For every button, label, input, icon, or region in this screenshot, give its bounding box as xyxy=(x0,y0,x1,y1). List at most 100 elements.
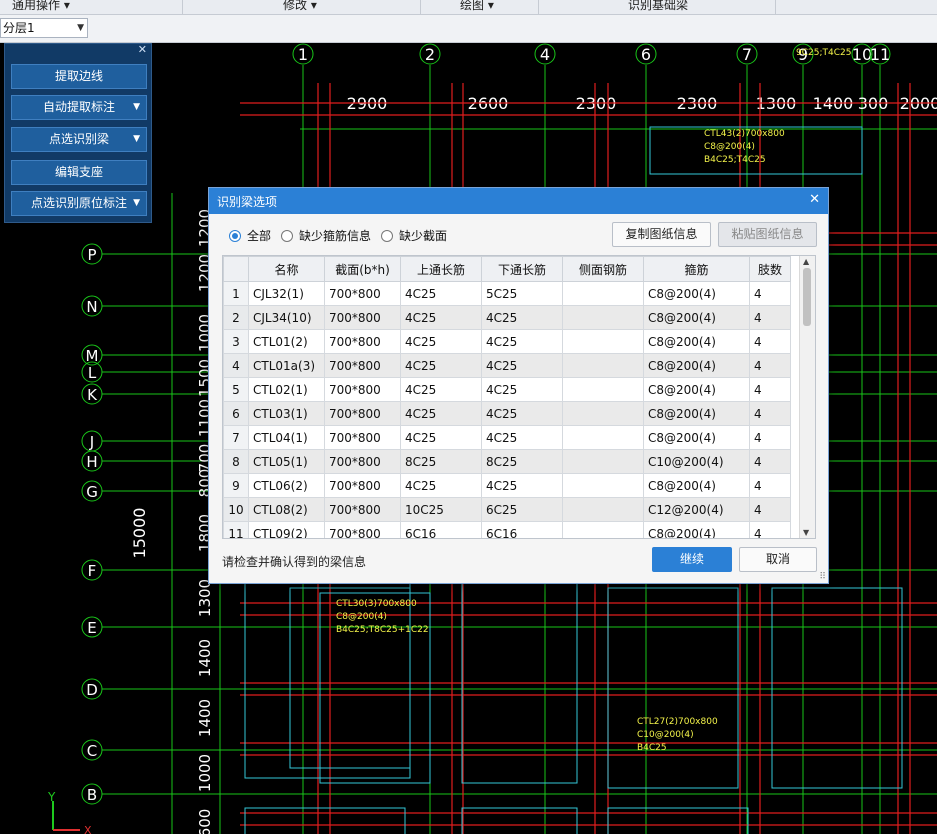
table-cell[interactable]: CJL32(1) xyxy=(248,281,325,306)
table-cell[interactable]: C8@200(4) xyxy=(643,329,750,354)
table-cell[interactable] xyxy=(562,401,644,426)
table-cell[interactable]: C10@200(4) xyxy=(643,449,750,474)
table-cell[interactable]: CTL02(1) xyxy=(248,377,325,402)
table-cell[interactable]: C12@200(4) xyxy=(643,497,750,522)
table-cell[interactable]: 4C25 xyxy=(481,353,563,378)
table-row[interactable]: 4 CTL01a(3) 700*800 4C25 4C25 C8@200(4) 4 xyxy=(223,353,791,378)
chevron-down-icon[interactable]: ▼ xyxy=(133,192,140,215)
table-cell[interactable]: C8@200(4) xyxy=(643,377,750,402)
table-cell[interactable] xyxy=(562,329,644,354)
table-cell[interactable]: 4C25 xyxy=(400,281,482,306)
vertical-scrollbar[interactable]: ▲ ▼ xyxy=(799,256,815,538)
table-cell[interactable]: 700*800 xyxy=(324,473,401,498)
table-row[interactable]: 1 CJL32(1) 700*800 4C25 5C25 C8@200(4) 4 xyxy=(223,281,791,306)
table-row[interactable]: 5 CTL02(1) 700*800 4C25 4C25 C8@200(4) 4 xyxy=(223,377,791,402)
table-cell[interactable] xyxy=(562,473,644,498)
table-cell[interactable]: 4C25 xyxy=(481,401,563,426)
table-cell[interactable]: CTL01a(3) xyxy=(248,353,325,378)
table-cell[interactable]: CTL04(1) xyxy=(248,425,325,450)
dialog-titlebar[interactable]: 识别梁选项 ✕ xyxy=(209,188,828,214)
table-cell[interactable]: CTL09(2) xyxy=(248,521,325,538)
table-cell[interactable] xyxy=(562,377,644,402)
table-cell[interactable]: 6C16 xyxy=(481,521,563,538)
table-row[interactable]: 10 CTL08(2) 700*800 10C25 6C25 C12@200(4) 4 xyxy=(223,497,791,522)
table-cell[interactable]: 4 xyxy=(749,329,791,354)
table-cell[interactable]: 4C25 xyxy=(400,329,482,354)
chevron-down-icon[interactable]: ▼ xyxy=(133,96,140,119)
column-header[interactable]: 肢数 xyxy=(749,256,791,282)
menu-modify[interactable]: 修改 ▾ xyxy=(283,0,317,13)
table-cell[interactable]: 4C25 xyxy=(481,377,563,402)
auto-extract-label-button[interactable]: 自动提取标注 ▼ xyxy=(11,95,147,120)
resize-grip-icon[interactable]: ⠿ xyxy=(819,572,826,582)
table-cell[interactable]: 700*800 xyxy=(324,353,401,378)
table-cell[interactable]: 4C25 xyxy=(400,305,482,330)
table-cell[interactable]: 700*800 xyxy=(324,497,401,522)
pick-identify-beam-button[interactable]: 点选识别梁 ▼ xyxy=(11,127,147,152)
table-cell[interactable]: 4 xyxy=(749,473,791,498)
table-cell[interactable] xyxy=(562,305,644,330)
menu-general-ops[interactable]: 通用操作 ▾ xyxy=(12,0,70,13)
floor-select[interactable]: 分层1 ▼ xyxy=(0,18,88,38)
table-cell[interactable]: CTL05(1) xyxy=(248,449,325,474)
table-cell[interactable] xyxy=(562,497,644,522)
table-cell[interactable]: C8@200(4) xyxy=(643,353,750,378)
column-header[interactable]: 名称 xyxy=(248,256,325,282)
table-cell[interactable]: 4 xyxy=(749,353,791,378)
table-cell[interactable]: C8@200(4) xyxy=(643,401,750,426)
close-icon[interactable]: ✕ xyxy=(138,43,147,56)
table-cell[interactable]: C8@200(4) xyxy=(643,425,750,450)
table-cell[interactable]: C8@200(4) xyxy=(643,521,750,538)
table-cell[interactable]: 4C25 xyxy=(400,377,482,402)
extract-edge-button[interactable]: 提取边线 xyxy=(11,64,147,89)
table-cell[interactable]: 700*800 xyxy=(324,401,401,426)
column-header[interactable]: 下通长筋 xyxy=(481,256,563,282)
filter-missing-section-radio[interactable]: 缺少截面 xyxy=(381,227,447,244)
table-cell[interactable]: 4 xyxy=(749,305,791,330)
table-cell[interactable]: C8@200(4) xyxy=(643,305,750,330)
table-row[interactable]: 8 CTL05(1) 700*800 8C25 8C25 C10@200(4) 4 xyxy=(223,449,791,474)
table-cell[interactable]: 4C25 xyxy=(481,329,563,354)
table-cell[interactable]: 4 xyxy=(749,497,791,522)
table-cell[interactable]: 4 xyxy=(749,449,791,474)
column-header[interactable]: 侧面钢筋 xyxy=(562,256,644,282)
cancel-button[interactable]: 取消 xyxy=(739,547,817,572)
table-cell[interactable]: 700*800 xyxy=(324,329,401,354)
table-row[interactable]: 9 CTL06(2) 700*800 4C25 4C25 C8@200(4) 4 xyxy=(223,473,791,498)
table-cell[interactable]: CTL03(1) xyxy=(248,401,325,426)
table-cell[interactable] xyxy=(562,281,644,306)
filter-all-radio[interactable]: 全部 xyxy=(229,227,271,244)
scroll-up-icon[interactable]: ▲ xyxy=(803,257,809,266)
table-cell[interactable]: 4 xyxy=(749,281,791,306)
close-icon[interactable]: ✕ xyxy=(809,192,820,207)
table-cell[interactable]: CTL06(2) xyxy=(248,473,325,498)
table-cell[interactable]: 4C25 xyxy=(400,401,482,426)
pick-identify-inplace-label-button[interactable]: 点选识别原位标注 ▼ xyxy=(11,191,147,216)
column-header[interactable]: 上通长筋 xyxy=(400,256,482,282)
table-cell[interactable] xyxy=(562,425,644,450)
table-cell[interactable]: 4 xyxy=(749,401,791,426)
table-row[interactable]: 7 CTL04(1) 700*800 4C25 4C25 C8@200(4) 4 xyxy=(223,425,791,450)
table-cell[interactable]: 4C25 xyxy=(481,473,563,498)
table-cell[interactable] xyxy=(562,449,644,474)
table-cell[interactable]: C8@200(4) xyxy=(643,473,750,498)
continue-button[interactable]: 继续 xyxy=(652,547,732,572)
table-cell[interactable]: C8@200(4) xyxy=(643,281,750,306)
copy-drawing-info-button[interactable]: 复制图纸信息 xyxy=(612,222,711,247)
table-cell[interactable]: 4C25 xyxy=(400,353,482,378)
table-cell[interactable]: 10C25 xyxy=(400,497,482,522)
table-cell[interactable]: CJL34(10) xyxy=(248,305,325,330)
table-row[interactable]: 3 CTL01(2) 700*800 4C25 4C25 C8@200(4) 4 xyxy=(223,329,791,354)
table-cell[interactable]: 700*800 xyxy=(324,377,401,402)
edit-support-button[interactable]: 编辑支座 xyxy=(11,160,147,185)
table-cell[interactable]: 700*800 xyxy=(324,521,401,538)
table-cell[interactable]: 700*800 xyxy=(324,425,401,450)
scroll-down-icon[interactable]: ▼ xyxy=(803,528,809,537)
table-cell[interactable]: 700*800 xyxy=(324,449,401,474)
scrollbar-thumb[interactable] xyxy=(803,268,811,326)
chevron-down-icon[interactable]: ▼ xyxy=(133,128,140,151)
table-row[interactable]: 2 CJL34(10) 700*800 4C25 4C25 C8@200(4) 4 xyxy=(223,305,791,330)
table-cell[interactable]: 4 xyxy=(749,425,791,450)
menu-draw[interactable]: 绘图 ▾ xyxy=(460,0,494,13)
table-cell[interactable]: CTL01(2) xyxy=(248,329,325,354)
